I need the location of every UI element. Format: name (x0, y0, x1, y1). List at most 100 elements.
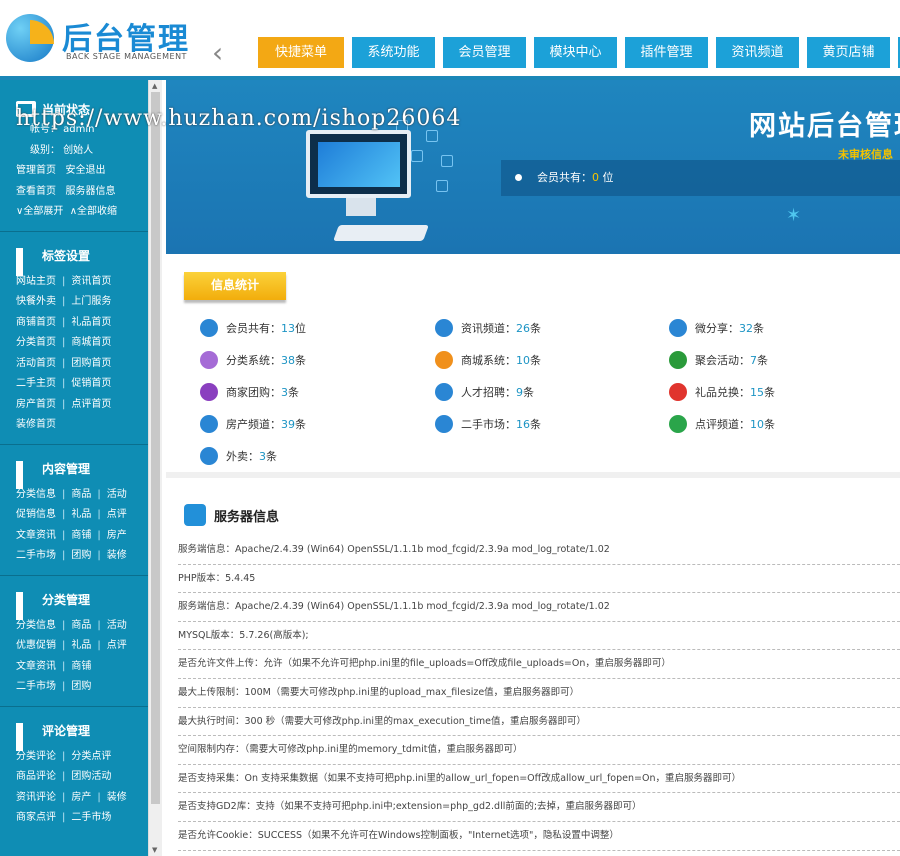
sidebar-link[interactable]: 商铺 (71, 661, 91, 672)
sidebar-link[interactable]: 二手市场 (16, 681, 56, 692)
stat-item[interactable]: 微分享： 32 条 (669, 318, 764, 338)
sidebar-link[interactable]: 二手市场 (71, 812, 111, 823)
sidebar-link[interactable]: 团购活动 (71, 771, 111, 782)
sidebar-link[interactable]: 房产 (107, 530, 127, 541)
tab-plugins[interactable]: 插件管理 (625, 37, 708, 68)
sidebar-link[interactable]: 分类首页 (16, 337, 56, 348)
separator: | (62, 316, 66, 328)
sidebar-link[interactable]: 点评 (107, 640, 127, 651)
sidebar-link[interactable]: 礼品 (71, 640, 91, 651)
sidebar-link[interactable]: 礼品 (71, 509, 91, 520)
sidebar-link[interactable]: 商品评论 (16, 771, 56, 782)
stat-unit: 条 (757, 354, 768, 367)
stat-label: 人才招聘： (461, 386, 516, 399)
sidebar-link[interactable]: 促销首页 (71, 378, 111, 389)
link-logout[interactable]: 安全退出 (66, 165, 106, 176)
member-summary-bar: 会员共有：0 位 (501, 160, 900, 196)
sidebar-link[interactable]: 分类评论 (16, 751, 56, 762)
sidebar-link[interactable]: 商铺首页 (16, 317, 56, 328)
tab-yellow-pages[interactable]: 黄页店铺 (807, 37, 890, 68)
stat-item[interactable]: 商家团购： 3 条 (200, 382, 299, 402)
stat-label: 外卖： (226, 450, 259, 463)
link-admin-home[interactable]: 管理首页 (16, 165, 56, 176)
sidebar-link[interactable]: 商铺 (71, 530, 91, 541)
stat-item[interactable]: 会员共有： 13 位 (200, 318, 306, 338)
sidebar-link-row: 优惠促销 | 礼品 | 点评 (0, 636, 148, 657)
sidebar-link[interactable]: 点评首页 (71, 399, 111, 410)
scroll-thumb[interactable] (151, 92, 160, 804)
grid-icon (16, 247, 34, 276)
stat-item[interactable]: 礼品兑换： 15 条 (669, 382, 775, 402)
chevron-left-icon[interactable]: ‹ (212, 38, 232, 68)
stat-item[interactable]: 资讯频道： 26 条 (435, 318, 541, 338)
sidebar-link[interactable]: 团购 (71, 681, 91, 692)
stat-item[interactable]: 二手市场： 16 条 (435, 414, 541, 434)
stat-item[interactable]: 商城系统： 10 条 (435, 350, 541, 370)
sidebar-link[interactable]: 资讯评论 (16, 792, 56, 803)
link-expand-all[interactable]: ∨全部展开 (16, 206, 63, 217)
sidebar-link[interactable]: 房产 (71, 792, 91, 803)
sidebar-link[interactable]: 文章资讯 (16, 661, 56, 672)
link-server-info[interactable]: 服务器信息 (66, 186, 116, 197)
sidebar-link[interactable]: 商家点评 (16, 812, 56, 823)
logo[interactable]: 后台管理 BACK STAGE MANAGEMENT (4, 10, 204, 68)
computer-illustration (306, 130, 411, 198)
tags-heading[interactable]: 标签设置 (0, 240, 148, 276)
sidebar-link[interactable]: 商品 (71, 620, 91, 631)
class-heading[interactable]: 分类管理 (0, 584, 148, 620)
tab-system[interactable]: 系统功能 (352, 37, 435, 68)
sidebar-link[interactable]: 活动首页 (16, 358, 56, 369)
tab-members[interactable]: 会员管理 (443, 37, 526, 68)
watermark-url: https://www.huzhan.com/ishop26064 (16, 106, 462, 131)
sidebar-link[interactable]: 礼品首页 (71, 317, 111, 328)
sidebar-link[interactable]: 二手主页 (16, 378, 56, 389)
sidebar-link[interactable]: 装修 (107, 792, 127, 803)
stat-unit: 条 (753, 322, 764, 335)
sidebar-link[interactable]: 上门服务 (71, 296, 111, 307)
sidebar-link[interactable]: 快餐外卖 (16, 296, 56, 307)
tab-modules[interactable]: 模块中心 (534, 37, 617, 68)
sidebar-link-row: 快餐外卖 | 上门服务 (0, 292, 148, 313)
sidebar-link[interactable]: 装修 (107, 550, 127, 561)
stat-item[interactable]: 分类系统： 38 条 (200, 350, 306, 370)
review-heading[interactable]: 评论管理 (0, 715, 148, 751)
tab-quick-menu[interactable]: 快捷菜单 (258, 37, 344, 68)
sidebar-link[interactable]: 二手市场 (16, 550, 56, 561)
sidebar-link[interactable]: 商城首页 (71, 337, 111, 348)
sidebar-link[interactable]: 分类信息 (16, 620, 56, 631)
stat-item[interactable]: 房产频道： 39 条 (200, 414, 306, 434)
sidebar-link[interactable]: 资讯首页 (71, 276, 111, 287)
sidebar-link[interactable]: 活动 (107, 620, 127, 631)
sidebar-scrollbar[interactable]: ▲ ▼ (148, 80, 162, 856)
separator: | (62, 640, 66, 651)
link-view-home[interactable]: 查看首页 (16, 186, 56, 197)
sidebar-link[interactable]: 分类信息 (16, 489, 56, 500)
sidebar: 当前状态 帐号： admin 级别： 创始人 管理首页 安全退出 查看首页 服务… (0, 80, 148, 856)
stat-item[interactable]: 外卖： 3 条 (200, 446, 277, 466)
scroll-down-icon[interactable]: ▼ (152, 846, 157, 854)
sidebar-link[interactable]: 网站主页 (16, 276, 56, 287)
sidebar-links-row: 管理首页 安全退出 (0, 161, 148, 182)
sidebar-link-row: 促销信息 | 礼品 | 点评 (0, 505, 148, 526)
sidebar-link[interactable]: 活动 (107, 489, 127, 500)
sidebar-link[interactable]: 促销信息 (16, 509, 56, 520)
stat-value: 13 (281, 321, 295, 335)
sidebar-link[interactable]: 商品 (71, 489, 91, 500)
sidebar-link[interactable]: 优惠促销 (16, 640, 56, 651)
sidebar-link[interactable]: 装修首页 (16, 419, 56, 430)
content-heading[interactable]: 内容管理 (0, 453, 148, 489)
link-collapse-all[interactable]: ∧全部收缩 (70, 206, 117, 217)
sidebar-link[interactable]: 房产首页 (16, 399, 56, 410)
separator: | (62, 398, 66, 410)
stat-item[interactable]: 点评频道： 10 条 (669, 414, 775, 434)
tab-news[interactable]: 资讯频道 (716, 37, 799, 68)
sidebar-link[interactable]: 分类点评 (71, 751, 111, 762)
sidebar-link[interactable]: 团购首页 (71, 358, 111, 369)
sidebar-link[interactable]: 文章资讯 (16, 530, 56, 541)
stat-item[interactable]: 人才招聘： 9 条 (435, 382, 534, 402)
stat-item[interactable]: 聚会活动： 7 条 (669, 350, 768, 370)
scroll-up-icon[interactable]: ▲ (152, 82, 157, 90)
stat-value: 3 (259, 449, 266, 463)
sidebar-link[interactable]: 点评 (107, 509, 127, 520)
sidebar-link[interactable]: 团购 (71, 550, 91, 561)
